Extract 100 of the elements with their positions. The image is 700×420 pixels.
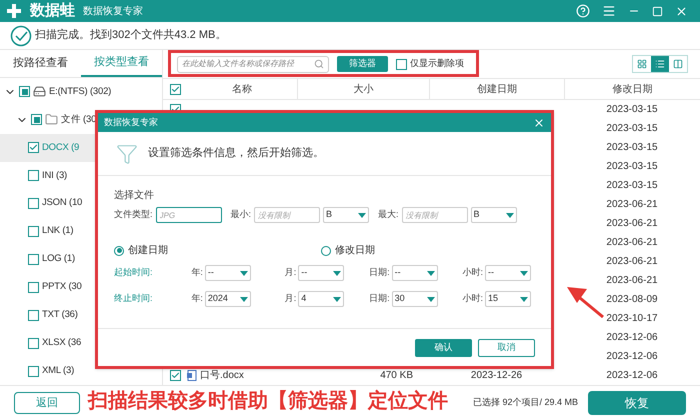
dropdown[interactable]: 4: [298, 291, 344, 307]
checkbox[interactable]: [19, 86, 30, 98]
dropdown[interactable]: B: [470, 207, 517, 223]
drive-icon: [33, 85, 46, 98]
min-size-field[interactable]: 没有限制: [254, 207, 320, 223]
tree-item[interactable]: XML (3): [0, 357, 162, 386]
dialog-title: 数据恢复专家: [104, 116, 158, 129]
checkbox[interactable]: [28, 226, 39, 237]
modified-date: 2023-06-21: [606, 275, 658, 286]
modified-date: 2023-06-21: [606, 218, 658, 229]
logo-text: 数据蛙: [30, 0, 75, 21]
close-icon[interactable]: [675, 4, 688, 18]
caret-icon: [240, 296, 248, 302]
modified-date: 2023-03-15: [606, 142, 658, 153]
modified-date: 2023-10-17: [606, 313, 658, 324]
scan-status: 扫描完成。找到302个文件共43.2 MB。: [35, 28, 226, 44]
radio-label: 创建日期: [128, 244, 168, 258]
caret-icon: [240, 270, 248, 276]
checkbox[interactable]: [28, 254, 39, 265]
dropdown[interactable]: 30: [392, 291, 438, 307]
tree-item[interactable]: INI (3): [0, 162, 162, 190]
modified-date: 2023-03-15: [606, 180, 658, 191]
dropdown[interactable]: --: [204, 265, 251, 281]
confirm-button[interactable]: 确认: [415, 338, 472, 356]
tree-item[interactable]: E:(NTFS) (302): [0, 78, 162, 106]
modified-date: 2023-06-21: [606, 256, 658, 267]
cancel-button[interactable]: 取消: [478, 338, 535, 356]
caret-icon: [426, 270, 435, 276]
view-tab[interactable]: 按类型查看: [81, 50, 162, 77]
back-button[interactable]: 返回: [14, 392, 80, 414]
checkbox[interactable]: [28, 142, 39, 154]
caret-icon: [426, 296, 435, 302]
checkbox[interactable]: [28, 366, 39, 377]
modified-date: 2023-03-15: [606, 161, 658, 172]
recover-button[interactable]: 恢复: [588, 391, 686, 415]
range-label: 终止时间:: [114, 292, 154, 306]
checkbox[interactable]: [28, 338, 39, 349]
check-circle-icon: [10, 24, 32, 46]
dropdown[interactable]: --: [392, 265, 438, 281]
range-label: 起始时间:: [114, 266, 154, 280]
max-size-field[interactable]: 没有限制: [402, 207, 468, 223]
filter-icon: [116, 142, 138, 164]
modified-date: 2023-03-15: [606, 104, 658, 115]
column-header[interactable]: 大小: [297, 79, 429, 99]
dropdown[interactable]: B: [323, 207, 370, 223]
modified-date: 2023-08-09: [606, 294, 658, 305]
modified-date: 2023-06-21: [606, 199, 658, 210]
field-label: 年:: [191, 292, 203, 306]
created-date: 2023-12-26: [470, 370, 522, 381]
radio-button[interactable]: [114, 246, 124, 256]
maximize-icon[interactable]: [652, 6, 663, 16]
dropdown[interactable]: 15: [484, 291, 531, 307]
column-header[interactable]: 修改日期: [564, 79, 700, 99]
dropdown[interactable]: --: [484, 265, 531, 281]
menu-icon[interactable]: [602, 4, 616, 18]
file-name: 口号.docx: [200, 369, 244, 383]
field-label: 年:: [191, 266, 203, 280]
close-icon[interactable]: [533, 116, 545, 128]
filter-button[interactable]: 筛选器: [337, 56, 388, 72]
arrow: [566, 284, 604, 318]
checkbox[interactable]: [31, 114, 42, 126]
logo-icon: [6, 3, 22, 19]
checkbox[interactable]: [396, 58, 407, 70]
modified-date: 2023-06-21: [606, 237, 658, 248]
dropdown[interactable]: --: [298, 265, 344, 281]
field-label: 小时:: [462, 292, 483, 306]
file-size: 470 KB: [380, 370, 413, 381]
annotation-caption: 扫描结果较多时借助【筛选器】定位文件: [88, 388, 448, 414]
selection-summary: 已选择 92个项目/ 29.4 MB: [472, 396, 578, 410]
grid-icon: [637, 59, 647, 69]
checkbox[interactable]: [170, 370, 180, 381]
caret-icon: [520, 296, 528, 302]
caret-icon: [333, 296, 342, 302]
radio-button[interactable]: [321, 246, 331, 256]
modified-date: 2023-12-06: [606, 351, 658, 362]
checkbox[interactable]: [28, 310, 39, 321]
field-label: 日期:: [369, 292, 390, 306]
search-field[interactable]: 在此处输入文件名称或保存路径: [177, 56, 329, 72]
view-tab[interactable]: 按路径查看: [0, 50, 81, 77]
list-icon: [655, 59, 665, 69]
checkbox[interactable]: [28, 282, 39, 293]
column-header[interactable]: 名称: [187, 79, 297, 99]
radio-label: 修改日期: [335, 244, 375, 258]
app-subtitle: 数据恢复专家: [83, 4, 143, 18]
checkbox[interactable]: [170, 84, 180, 94]
checkbox[interactable]: [28, 170, 39, 182]
dropdown[interactable]: 2024: [204, 291, 251, 307]
field-label: 日期:: [369, 266, 390, 280]
modified-date: 2023-03-15: [606, 123, 658, 134]
tree-item[interactable]: XLSX (36: [0, 329, 162, 358]
file-type-field[interactable]: JPG: [156, 207, 222, 223]
checkbox[interactable]: [28, 198, 39, 210]
folder-icon: [45, 113, 58, 126]
caret-icon: [333, 270, 342, 276]
view-button[interactable]: [651, 56, 669, 72]
field-label: 小时:: [462, 266, 483, 280]
search-icon[interactable]: [314, 59, 324, 69]
columns-icon: [673, 59, 683, 69]
help-icon[interactable]: [576, 4, 590, 18]
column-header[interactable]: 创建日期: [429, 79, 564, 99]
